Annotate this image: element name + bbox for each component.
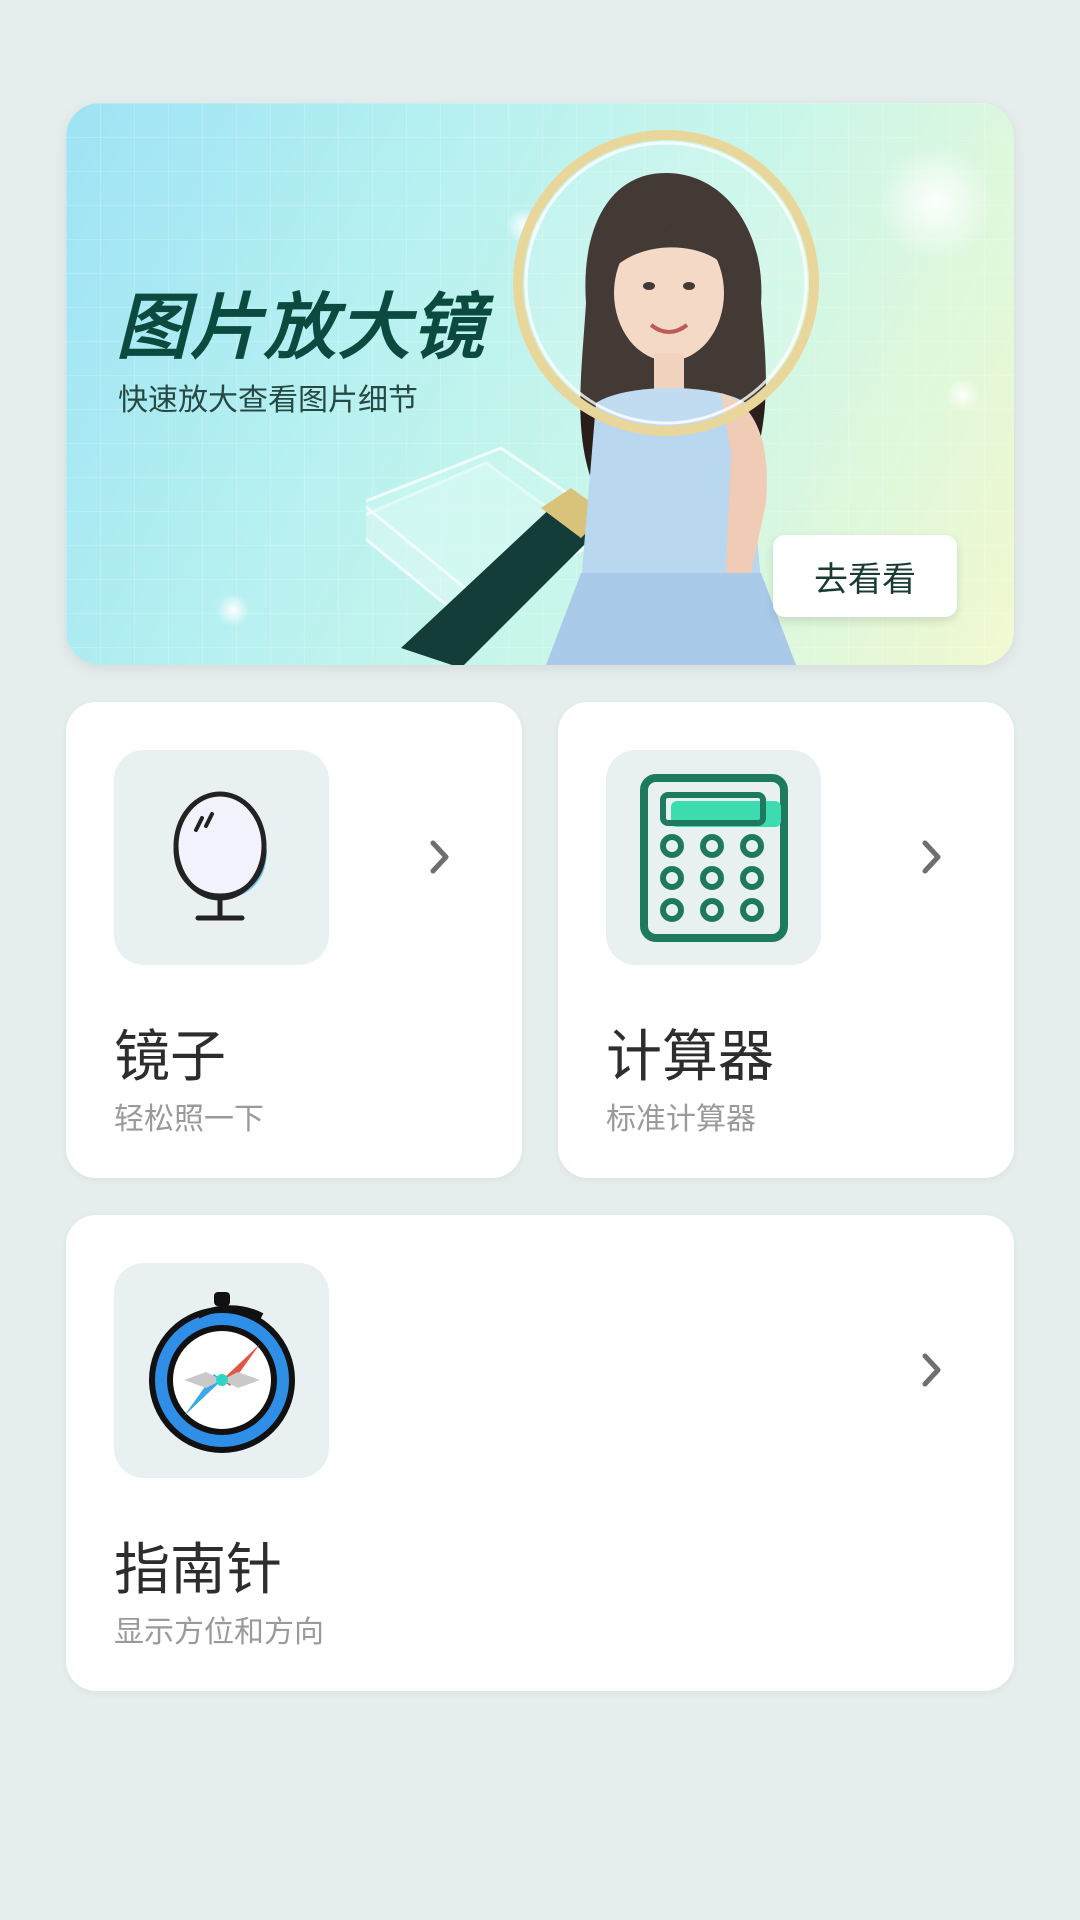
compass-card[interactable]: 指南针 显示方位和方向 — [66, 1215, 1014, 1691]
compass-subtitle: 显示方位和方向 — [114, 1615, 324, 1650]
mirror-icon — [173, 791, 267, 920]
mirror-card[interactable]: 镜子 轻松照一下 — [66, 702, 522, 1178]
calculator-subtitle: 标准计算器 — [606, 1102, 756, 1137]
bokeh-light — [216, 593, 250, 627]
calculator-icon-tile — [606, 750, 821, 965]
mirror-icon-tile — [114, 750, 329, 965]
calculator-icon — [639, 773, 788, 942]
chevron-right-icon[interactable] — [913, 839, 949, 875]
compass-title: 指南针 — [114, 1538, 282, 1603]
compass-icon — [148, 1291, 295, 1453]
chevron-right-icon[interactable] — [913, 1352, 949, 1388]
mirror-subtitle: 轻松照一下 — [114, 1102, 264, 1137]
mirror-title: 镜子 — [114, 1025, 226, 1090]
calculator-title: 计算器 — [606, 1025, 774, 1090]
go-see-button[interactable]: 去看看 — [773, 535, 957, 617]
magnifier-lens — [513, 130, 819, 436]
calculator-card[interactable]: 计算器 标准计算器 — [558, 702, 1014, 1178]
compass-icon-tile — [114, 1263, 329, 1478]
banner-subtitle: 快速放大查看图片细节 — [118, 383, 418, 418]
banner-title: 图片放大镜 — [116, 285, 487, 369]
magnifier-banner[interactable]: 图片放大镜 快速放大查看图片细节 去看看 — [66, 103, 1014, 665]
chevron-right-icon[interactable] — [421, 839, 457, 875]
